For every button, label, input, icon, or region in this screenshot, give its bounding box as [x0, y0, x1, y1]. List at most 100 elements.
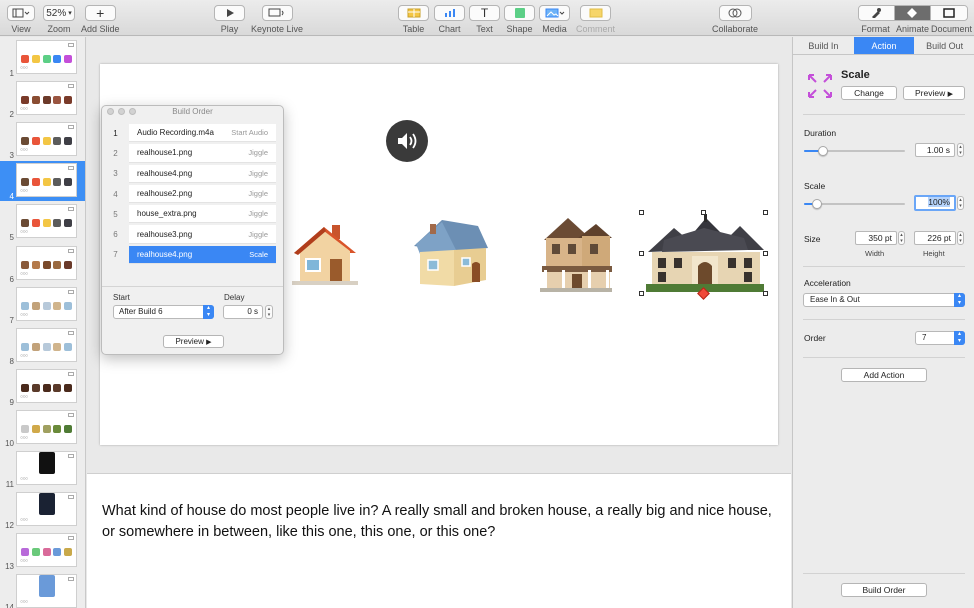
effect-preview-button[interactable]: Preview ▶ — [903, 86, 965, 100]
build-item[interactable]: realhouse4.png Scale — [129, 245, 276, 265]
zoom-select[interactable]: 52% ▾ — [43, 5, 75, 21]
width-field[interactable]: 350 pt — [855, 231, 897, 245]
build-order-row[interactable]: 5 house_extra.png Jiggle — [102, 204, 283, 224]
view-icon[interactable] — [7, 5, 35, 21]
inspector-toggle[interactable]: Format Animate Document — [857, 5, 972, 34]
document-icon[interactable] — [930, 6, 967, 20]
resize-handle-ml[interactable] — [639, 251, 644, 256]
build-item[interactable]: house_extra.png Jiggle — [129, 205, 276, 224]
build-order-row[interactable]: 3 realhouse4.png Jiggle — [102, 164, 283, 184]
inspector-segmented-control[interactable] — [857, 5, 968, 21]
house-image-blue-roof[interactable] — [408, 214, 492, 292]
resize-handle-mr[interactable] — [763, 251, 768, 256]
collaborate-icon[interactable] — [718, 5, 752, 21]
resize-handle-tr[interactable] — [763, 210, 768, 215]
plus-icon[interactable]: + — [84, 5, 116, 21]
slide-thumbnail[interactable]: 1 ○○○ — [0, 38, 85, 78]
table-control[interactable]: Table — [398, 5, 429, 34]
delay-field[interactable]: 0 s — [223, 305, 263, 319]
resize-handle-bl[interactable] — [639, 291, 644, 296]
format-icon[interactable] — [858, 6, 895, 20]
resize-handle-br[interactable] — [763, 291, 768, 296]
slide-thumbnail[interactable]: 14 ○○○ — [0, 572, 85, 608]
slide-thumbnail[interactable]: 12 ○○○ — [0, 490, 85, 530]
scale-stepper[interactable]: ▴ ▾ — [957, 196, 964, 210]
build-order-row[interactable]: 6 realhouse3.png Jiggle — [102, 224, 283, 244]
house-image-mansion[interactable] — [644, 214, 766, 294]
height-field[interactable]: 226 pt — [914, 231, 956, 245]
build-item[interactable]: realhouse1.png Jiggle — [129, 144, 276, 163]
build-item[interactable]: realhouse2.png Jiggle — [129, 184, 276, 204]
close-button[interactable] — [107, 108, 114, 115]
inspector-tabs[interactable]: Build In Action Build Out — [793, 37, 974, 55]
build-order-list[interactable]: 1 Audio Recording.m4a Start Audio 2 realhous… — [102, 123, 283, 265]
scale-slider[interactable] — [804, 199, 905, 209]
tab-build-out[interactable]: Build Out — [914, 37, 974, 54]
build-order-row[interactable]: 1 Audio Recording.m4a Start Audio — [102, 123, 283, 143]
audio-speaker-icon[interactable] — [386, 120, 428, 162]
shape-control[interactable]: Shape — [504, 5, 535, 34]
build-order-row[interactable]: 4 realhouse2.png Jiggle — [102, 184, 283, 204]
presenter-notes[interactable]: What kind of house do most people live i… — [87, 473, 791, 608]
change-effect-button[interactable]: Change — [841, 86, 897, 100]
chart-control[interactable]: Chart — [434, 5, 465, 34]
slide-thumbnail[interactable]: 13 ○○○ — [0, 531, 85, 571]
zoom-button[interactable] — [129, 108, 136, 115]
minimize-button[interactable] — [118, 108, 125, 115]
resize-handle-tc[interactable] — [701, 210, 706, 215]
table-icon[interactable] — [398, 5, 429, 21]
build-order-button[interactable]: Build Order — [841, 583, 927, 597]
slide-thumbnail[interactable]: 10 ○○○ — [0, 408, 85, 448]
keynote-live-icon[interactable] — [261, 5, 293, 21]
height-stepper[interactable]: ▴ ▾ — [957, 231, 964, 245]
animate-icon[interactable] — [894, 6, 931, 20]
add-action-button[interactable]: Add Action — [841, 368, 927, 382]
house-image-tan-two-story[interactable] — [538, 214, 614, 294]
width-stepper[interactable]: ▴ ▾ — [898, 231, 905, 245]
tab-action[interactable]: Action — [853, 37, 915, 54]
build-item[interactable]: realhouse4.png Jiggle — [129, 164, 276, 183]
delay-stepper[interactable]: ▴ ▾ — [265, 305, 273, 319]
house-image-small[interactable] — [290, 219, 360, 287]
view-control[interactable]: View — [7, 5, 35, 34]
slide-navigator[interactable]: 1 ○○○ 2 ○○○ 3 ○○○ 4 ○○○ 5 ○○○ 6 ○○○ 7 ○○○ 8 ○○○ 9 ○○○ 10 ○○… — [0, 37, 86, 608]
media-control[interactable]: Media — [539, 5, 570, 34]
order-select[interactable]: 7 ▴ ▾ — [915, 331, 965, 345]
text-icon[interactable]: T — [469, 5, 500, 21]
build-order-preview-button[interactable]: Preview ▶ — [163, 335, 224, 348]
shape-icon[interactable] — [504, 5, 535, 21]
duration-field[interactable]: 1.00 s — [915, 143, 955, 157]
tab-build-in[interactable]: Build In — [793, 37, 854, 54]
slide-thumbnail[interactable]: 6 ○○○ — [0, 244, 85, 284]
duration-slider-knob[interactable] — [818, 146, 828, 156]
comment-control[interactable]: Comment — [576, 5, 615, 34]
acceleration-select[interactable]: Ease In & Out ▴ ▾ — [803, 293, 965, 307]
start-select[interactable]: After Build 6 ▴ ▾ — [113, 305, 214, 319]
slide-thumbnail[interactable]: 3 ○○○ — [0, 120, 85, 160]
play-control[interactable]: Play — [214, 5, 245, 34]
resize-handle-tl[interactable] — [639, 210, 644, 215]
keynote-live-control[interactable]: Keynote Live — [251, 5, 303, 34]
build-order-titlebar[interactable]: Build Order — [102, 106, 283, 118]
build-order-panel[interactable]: Build Order 1 Audio Recording.m4a Start Au… — [101, 105, 284, 355]
duration-slider[interactable] — [804, 146, 905, 156]
media-icon[interactable] — [539, 5, 570, 21]
slide-thumbnail[interactable]: 7 ○○○ — [0, 285, 85, 325]
slide-thumbnail[interactable]: 11 ○○○ — [0, 449, 85, 489]
build-order-row[interactable]: 7 realhouse4.png Scale — [102, 245, 283, 265]
slide-thumbnail[interactable]: 9 ○○○ — [0, 367, 85, 407]
add-slide-control[interactable]: + Add Slide — [81, 5, 120, 34]
slide-thumbnail[interactable]: 8 ○○○ — [0, 326, 85, 366]
slide-thumbnail[interactable]: 5 ○○○ — [0, 202, 85, 242]
build-order-row[interactable]: 2 realhouse1.png Jiggle — [102, 143, 283, 163]
chart-icon[interactable] — [434, 5, 465, 21]
slide-thumbnail[interactable]: 2 ○○○ — [0, 79, 85, 119]
play-icon[interactable] — [214, 5, 245, 21]
text-control[interactable]: T Text — [469, 5, 500, 34]
comment-icon[interactable] — [580, 5, 611, 21]
build-item[interactable]: realhouse3.png Jiggle — [129, 225, 276, 244]
zoom-control[interactable]: 52% ▾ Zoom — [43, 5, 75, 34]
slide-thumbnail[interactable]: 4 ○○○ — [0, 161, 85, 202]
scale-field[interactable]: 100% — [914, 195, 956, 211]
collaborate-control[interactable]: Collaborate — [712, 5, 758, 34]
